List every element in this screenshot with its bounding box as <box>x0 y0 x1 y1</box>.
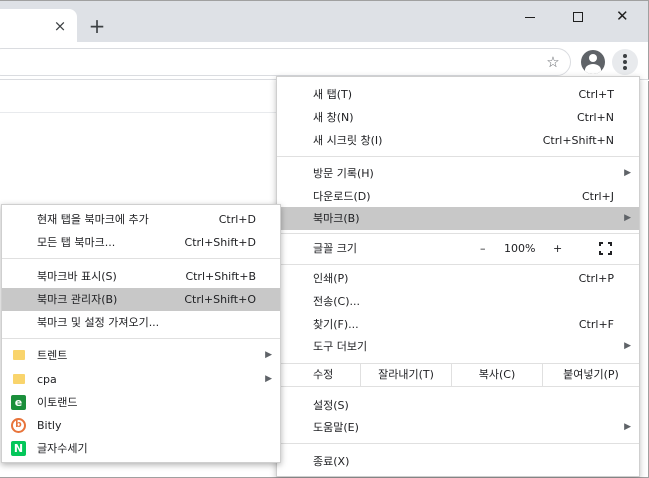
zoom-level: 100% <box>504 242 536 255</box>
maximize-icon <box>573 12 583 22</box>
menu-item-print[interactable]: 인쇄(P) Ctrl+P <box>277 267 639 290</box>
browser-menu: 새 탭(T) Ctrl+T 새 창(N) Ctrl+N 새 시크릿 창(I) C… <box>276 76 640 477</box>
profile-avatar-icon[interactable] <box>581 50 605 74</box>
bitly-favicon-icon: b <box>11 418 26 433</box>
zoom-out-button[interactable]: – <box>480 237 486 260</box>
bookmark-site[interactable]: e 이토랜드 <box>2 391 280 414</box>
divider <box>0 112 300 113</box>
menu-item-bookmarks[interactable]: 북마크(B) ▶ <box>277 207 639 230</box>
menu-item-downloads[interactable]: 다운로드(D) Ctrl+J <box>277 185 639 208</box>
bookmarks-submenu: 현재 탭을 북마크에 추가 Ctrl+D 모든 탭 북마크... Ctrl+Sh… <box>1 204 281 463</box>
menu-item-help[interactable]: 도움말(E) ▶ <box>277 416 639 439</box>
title-bar: × + ✕ <box>0 0 649 43</box>
bookmark-manager[interactable]: 북마크 관리자(B) Ctrl+Shift+O <box>2 288 280 311</box>
close-icon[interactable]: × <box>51 17 69 35</box>
menu-item-settings[interactable]: 설정(S) <box>277 394 639 417</box>
address-bar[interactable] <box>0 48 571 76</box>
paste-button[interactable]: 붙여넣기(P) <box>542 363 639 387</box>
show-bookmarks-bar[interactable]: 북마크바 표시(S) Ctrl+Shift+B <box>2 265 280 288</box>
bookmark-all-tabs[interactable]: 모든 탭 북마크... Ctrl+Shift+D <box>2 231 280 254</box>
minimize-button[interactable] <box>507 5 553 29</box>
menu-separator <box>2 258 280 259</box>
chevron-right-icon: ▶ <box>624 168 631 178</box>
menu-separator <box>277 233 639 234</box>
etoland-favicon-icon: e <box>11 395 26 410</box>
menu-separator <box>277 443 639 444</box>
zoom-in-button[interactable]: + <box>553 237 562 260</box>
chevron-right-icon: ▶ <box>624 422 631 432</box>
fullscreen-icon[interactable] <box>599 242 612 255</box>
menu-item-cast[interactable]: 전송(C)... <box>277 290 639 313</box>
import-bookmarks[interactable]: 북마크 및 설정 가져오기... <box>2 311 280 334</box>
chevron-right-icon: ▶ <box>624 341 631 351</box>
menu-item-new-tab[interactable]: 새 탭(T) Ctrl+T <box>277 83 639 106</box>
bookmark-folder[interactable]: cpa ▶ <box>2 368 280 391</box>
bookmark-site[interactable]: N 글자수세기 <box>2 437 280 460</box>
bookmark-folder[interactable]: 트렌트 ▶ <box>2 344 280 367</box>
menu-edit-row: 수정 잘라내기(T) 복사(C) 붙여넣기(P) <box>277 363 639 387</box>
menu-item-zoom: 글꼴 크기 – 100% + <box>277 237 639 260</box>
browser-tab[interactable]: × <box>0 9 77 43</box>
close-icon: ✕ <box>616 7 629 25</box>
bookmark-star-icon[interactable]: ☆ <box>544 53 562 71</box>
copy-button[interactable]: 복사(C) <box>451 363 542 387</box>
naver-favicon-icon: N <box>11 441 26 456</box>
chevron-right-icon: ▶ <box>265 350 272 360</box>
menu-separator <box>277 264 639 265</box>
folder-icon <box>13 374 25 384</box>
minimize-icon <box>525 17 535 18</box>
menu-item-new-window[interactable]: 새 창(N) Ctrl+N <box>277 106 639 129</box>
menu-separator <box>2 338 280 339</box>
menu-item-more-tools[interactable]: 도구 더보기 ▶ <box>277 335 639 358</box>
cut-button[interactable]: 잘라내기(T) <box>360 363 451 387</box>
menu-kebab-icon[interactable] <box>612 49 638 75</box>
menu-item-incognito[interactable]: 새 시크릿 창(I) Ctrl+Shift+N <box>277 129 639 152</box>
maximize-button[interactable] <box>555 5 601 29</box>
folder-icon <box>13 350 25 360</box>
chevron-right-icon: ▶ <box>624 213 631 223</box>
bookmark-site[interactable]: b Bitly <box>2 414 280 437</box>
menu-item-exit[interactable]: 종료(X) <box>277 450 639 473</box>
new-tab-button[interactable]: + <box>87 16 107 36</box>
chevron-right-icon: ▶ <box>265 374 272 384</box>
menu-item-find[interactable]: 찾기(F)... Ctrl+F <box>277 313 639 336</box>
toolbar: ☆ <box>0 42 649 80</box>
menu-item-history[interactable]: 방문 기록(H) ▶ <box>277 162 639 185</box>
menu-separator <box>277 156 639 157</box>
bookmark-this-tab[interactable]: 현재 탭을 북마크에 추가 Ctrl+D <box>2 208 280 231</box>
close-window-button[interactable]: ✕ <box>601 5 647 29</box>
